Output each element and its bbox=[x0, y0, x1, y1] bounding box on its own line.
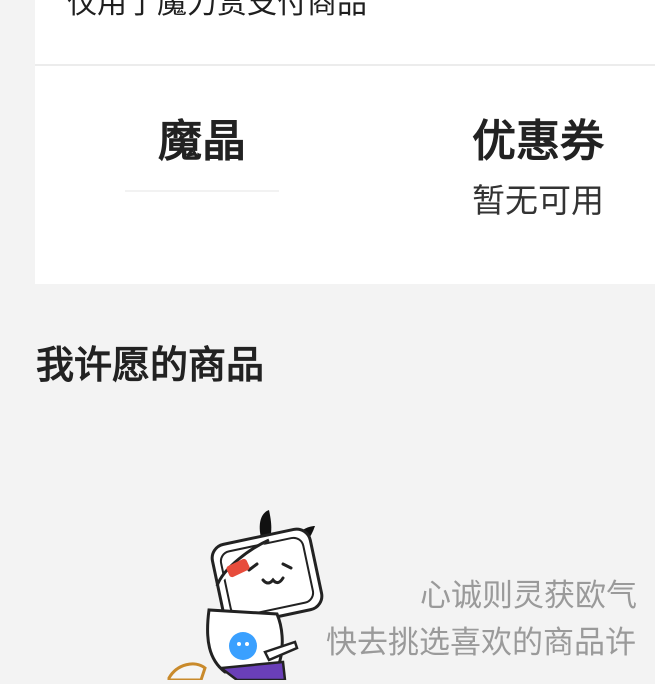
payment-scope-card: 仅用了魔力赏支付商品 bbox=[35, 0, 655, 64]
wishlist-section-title: 我许愿的商品 bbox=[36, 343, 265, 387]
payment-scope-text: 仅用了魔力赏支付商品 bbox=[67, 0, 367, 21]
empty-state-line2: 快去挑选喜欢的商品许 bbox=[326, 625, 636, 661]
empty-state-line1: 心诚则灵获欧气 bbox=[420, 578, 637, 614]
tab-coupon[interactable]: 优惠券 暂无可用 bbox=[472, 116, 604, 222]
bilibili-tv-mascot-illustration bbox=[165, 510, 335, 682]
tab-coupon-status: 暂无可用 bbox=[472, 181, 604, 221]
asset-tabs-card: 魔晶 优惠券 暂无可用 bbox=[35, 66, 655, 284]
tab-coupon-label: 优惠券 bbox=[472, 116, 604, 167]
tab-mojing-label: 魔晶 bbox=[158, 116, 246, 167]
tab-mojing[interactable]: 魔晶 bbox=[157, 116, 247, 167]
tab-mojing-underline bbox=[125, 190, 279, 192]
